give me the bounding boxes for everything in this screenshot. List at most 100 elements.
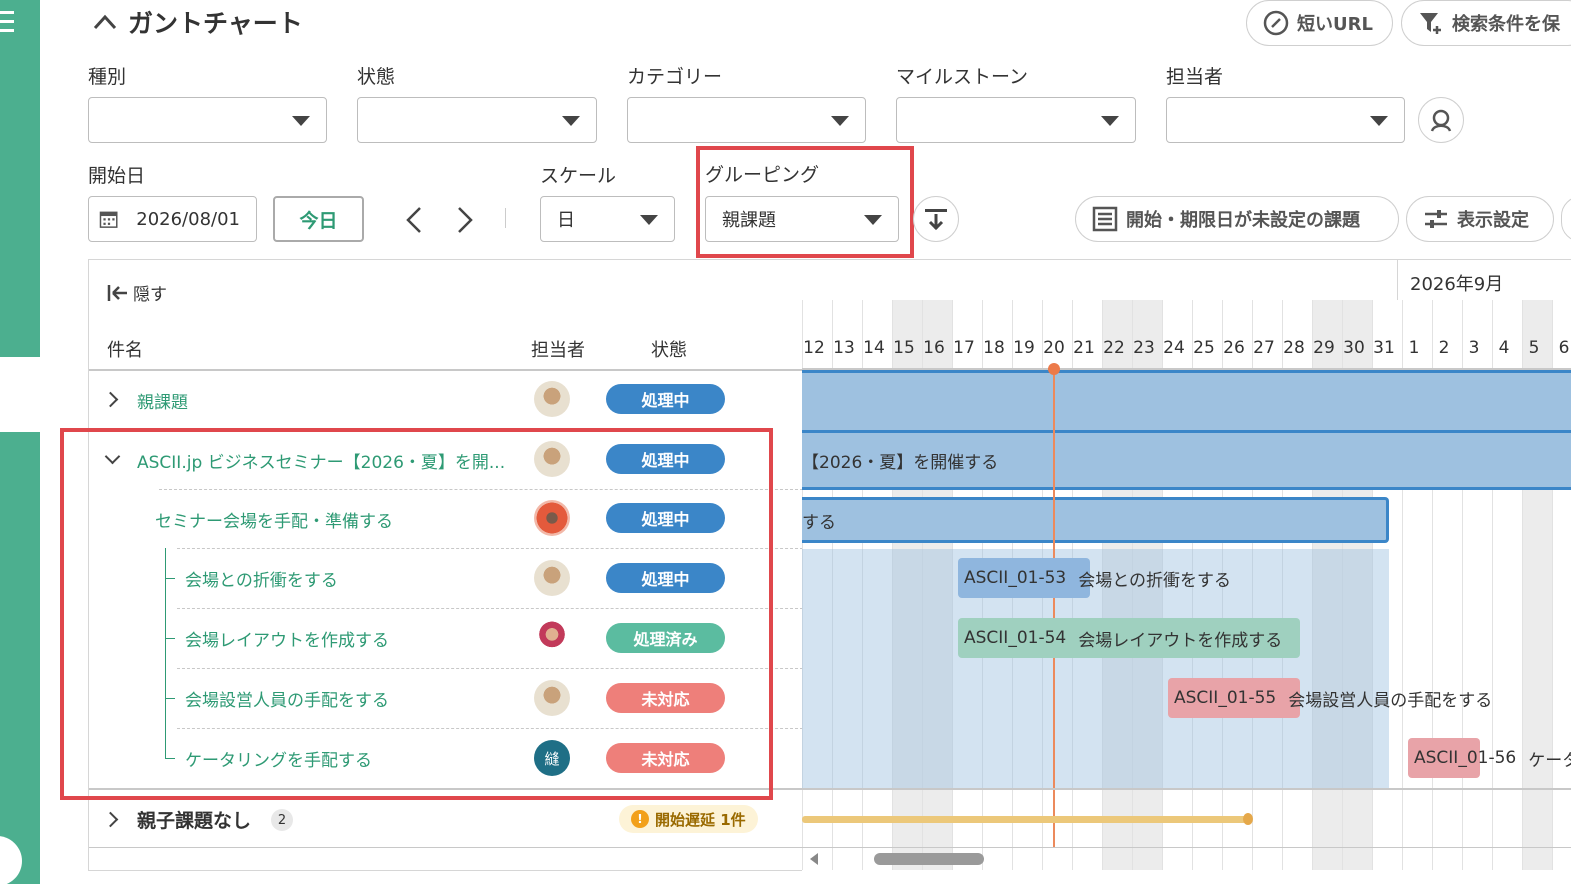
chevron-down-icon	[640, 215, 658, 225]
collapse-icon	[925, 209, 947, 231]
side-nav-strip-lower	[0, 432, 40, 884]
col-name-header[interactable]: 件名	[107, 336, 143, 362]
avatar	[534, 381, 570, 417]
parent-band-line	[802, 370, 1571, 373]
start-date-input[interactable]: 2026/08/01	[88, 196, 257, 242]
day-label: 20	[1043, 338, 1065, 358]
type-label: 種別	[88, 66, 127, 88]
gantt-bar-label-row: ASCII_01-56 ケータ	[1408, 738, 1571, 778]
milestone-dot	[1243, 813, 1253, 825]
milestone-select[interactable]	[896, 97, 1136, 143]
collapse-left-icon	[107, 284, 127, 301]
children-highlight	[60, 428, 773, 800]
display-settings-label: 表示設定	[1457, 210, 1529, 231]
day-label: 3	[1468, 338, 1480, 358]
bottom-divider	[89, 847, 803, 848]
issue-key: ASCII_01-55	[1174, 688, 1277, 708]
short-url-button[interactable]: 短いURL	[1246, 0, 1393, 46]
scale-value: 日	[557, 210, 575, 231]
scale-label: スケール	[540, 165, 617, 187]
no-parent-group-title[interactable]: 親子課題なし	[137, 806, 251, 833]
gantt-bar-sub[interactable]: する	[802, 497, 1389, 543]
start-date-label: 開始日	[88, 165, 146, 187]
issue-summary: ケータ	[1528, 750, 1571, 771]
gantt-bar-label-row: ASCII_01-54 会場レイアウトを作成する	[958, 618, 1282, 658]
group-divider	[802, 788, 1571, 790]
gantt-bar-parent[interactable]: 【2026・夏】を開催する	[802, 430, 1571, 490]
day-label: 25	[1193, 338, 1215, 358]
col-status-header[interactable]: 状態	[651, 336, 687, 362]
parent-band	[802, 370, 1571, 430]
assignee-label: 担当者	[1166, 66, 1224, 88]
day-label: 2	[1438, 338, 1450, 358]
day-label: 19	[1013, 338, 1035, 358]
chevron-down-icon	[1370, 116, 1388, 126]
user-icon	[1430, 109, 1452, 132]
milestone-label: マイルストーン	[896, 66, 1029, 88]
display-settings-button[interactable]: 表示設定	[1406, 196, 1554, 242]
count-badge: 2	[271, 809, 293, 831]
myself-button[interactable]	[1418, 97, 1464, 143]
day-label: 15	[893, 338, 915, 358]
menu-icon[interactable]	[0, 8, 14, 36]
day-label: 16	[923, 338, 945, 358]
type-select[interactable]	[88, 97, 327, 143]
category-select[interactable]	[627, 97, 866, 143]
hide-button[interactable]: 隠す	[107, 280, 167, 305]
sliders-icon	[1425, 210, 1447, 228]
header-divider	[89, 369, 803, 371]
next-icon[interactable]	[455, 205, 475, 235]
issue-key: ASCII_01-54	[964, 628, 1067, 648]
save-search-label: 検索条件を保	[1452, 14, 1560, 35]
today-button[interactable]: 今日	[273, 196, 364, 242]
scale-select[interactable]: 日	[540, 196, 675, 242]
side-nav-strip	[0, 0, 40, 357]
status-label: 状態	[357, 66, 396, 88]
gantt-bar-label: 【2026・夏】を開催する	[802, 452, 999, 473]
calendar-icon	[99, 211, 118, 228]
collapse-all-button[interactable]	[913, 196, 959, 242]
start-date-value: 2026/08/01	[136, 208, 240, 230]
col-assignee-header[interactable]: 担当者	[531, 336, 585, 362]
issue-summary: 会場との折衝をする	[1078, 570, 1232, 591]
issue-summary: 会場レイアウトを作成する	[1078, 630, 1283, 651]
save-search-button[interactable]: 検索条件を保	[1401, 0, 1571, 46]
gantt-bar-no-parent	[802, 816, 1248, 823]
chevron-right-icon[interactable]	[102, 811, 119, 828]
unset-date-label: 開始・期限日が未設定の課題	[1126, 210, 1360, 231]
more-button[interactable]	[1561, 196, 1571, 242]
assignee-select[interactable]	[1166, 97, 1405, 143]
filter-plus-icon	[1420, 13, 1441, 34]
today-marker	[1048, 363, 1060, 375]
gantt-chart[interactable]: 12 13 14 15 16 17 18 19 20 21 22 23 24 25 26 27 28 29 30 31…	[802, 259, 1571, 871]
bottom-divider	[802, 847, 1571, 848]
day-label: 14	[863, 338, 885, 358]
chevron-right-icon[interactable]	[102, 391, 119, 408]
status-select[interactable]	[357, 97, 597, 143]
hide-label: 隠す	[133, 285, 167, 305]
month-divider	[1397, 260, 1398, 300]
day-label: 6	[1558, 338, 1570, 358]
day-label: 27	[1253, 338, 1275, 358]
unset-date-button[interactable]: 開始・期限日が未設定の課題	[1075, 196, 1399, 242]
issue-key: ASCII_01-56	[1414, 748, 1517, 768]
prev-icon[interactable]	[404, 205, 424, 235]
horizontal-scrollbar[interactable]	[874, 853, 984, 865]
day-label: 23	[1133, 338, 1155, 358]
chevron-down-icon	[562, 116, 580, 126]
gantt-bar-label: する	[802, 512, 836, 533]
day-label: 21	[1073, 338, 1095, 358]
month-label: 2026年9月	[1410, 274, 1504, 295]
task-link[interactable]: 親課題	[137, 388, 188, 413]
day-label: 12	[803, 338, 825, 358]
scroll-left-icon[interactable]	[808, 852, 820, 866]
page-title-text: ガントチャート	[128, 9, 303, 38]
day-label: 26	[1223, 338, 1245, 358]
chevron-down-icon	[831, 116, 849, 126]
day-label: 5	[1528, 338, 1540, 358]
divider	[505, 208, 506, 228]
page-title[interactable]: ガントチャート	[92, 4, 303, 40]
category-label: カテゴリー	[627, 66, 723, 88]
gantt-bar-label-row: ASCII_01-53 会場との折衝をする	[958, 558, 1231, 598]
grouping-highlight	[696, 146, 914, 258]
